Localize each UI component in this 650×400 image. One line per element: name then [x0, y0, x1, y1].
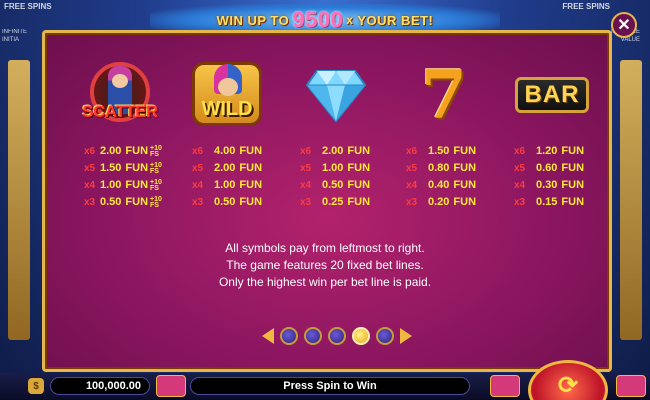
- rules-line: Only the highest win per bet line is pai…: [218, 275, 432, 289]
- paytable-row: x5 2.00 FUN: [192, 162, 263, 174]
- next-page-arrow-icon[interactable]: [400, 328, 412, 344]
- bet-settings-button[interactable]: [156, 375, 186, 397]
- diamond-symbol: [296, 60, 376, 130]
- paytable-row: x5 1.50 FUN +10 FS: [84, 161, 162, 175]
- wild-symbol: WILD: [188, 60, 268, 130]
- page-dot-1[interactable]: [280, 327, 298, 345]
- paytable-row: x4 1.00 FUN +10 FS: [84, 178, 162, 192]
- banner-suffix: YOUR BET!: [357, 12, 434, 28]
- paytable-scatter: x6 2.00 FUN +10 FS x5 1.50 FUN +10 FS x4 1.0…: [84, 143, 162, 211]
- paytable-row: x3 0.15 FUN: [514, 196, 585, 208]
- status-message: Press Spin to Win: [190, 377, 470, 395]
- bar-label: BAR: [515, 77, 589, 113]
- rules-text: All symbols pay from leftmost to right. …: [160, 240, 490, 291]
- coin-icon: $: [28, 378, 44, 394]
- diamond-icon: [305, 70, 367, 123]
- paytable-seven: x6 1.50 FUN x5 0.80 FUN x4 0.40 FUN x3 0.20 FUN: [406, 143, 476, 211]
- balance-display: 100,000.00: [50, 377, 150, 395]
- bg-reel-left: [8, 60, 30, 340]
- paytable-row: x4 0.30 FUN: [514, 179, 585, 191]
- scatter-symbol: SCATTER: [80, 60, 160, 130]
- banner-prefix: WIN UP TO: [216, 12, 290, 28]
- refresh-icon: ⟳: [557, 372, 579, 399]
- rules-line: The game features 20 fixed bet lines.: [226, 258, 424, 272]
- menu-button[interactable]: [616, 375, 646, 397]
- paytable-row: x3 0.50 FUN +10 FS: [84, 195, 162, 209]
- paytable-row: x3 0.20 FUN: [406, 196, 477, 208]
- paytable-row: x6 4.00 FUN: [192, 145, 263, 157]
- page-dot-3[interactable]: [328, 327, 346, 345]
- paytable-row: x3 0.50 FUN: [192, 196, 263, 208]
- paytable-row: x5 0.60 FUN: [514, 162, 585, 174]
- seven-label: 7: [421, 56, 467, 134]
- page-dot-4-active[interactable]: [352, 327, 370, 345]
- prev-page-arrow-icon[interactable]: [262, 328, 274, 344]
- paytable-row: x5 0.80 FUN: [406, 162, 477, 174]
- paytable-row: x6 1.50 FUN: [406, 145, 477, 157]
- bg-free-spins-right: FREE SPINS: [562, 2, 610, 11]
- bg-reel-right: [620, 60, 642, 340]
- close-button[interactable]: ✕: [611, 12, 637, 38]
- page-navigation: [262, 324, 412, 348]
- rules-line: All symbols pay from leftmost to right.: [225, 241, 425, 255]
- paytable-diamond: x6 2.00 FUN x5 1.00 FUN x4 0.50 FUN x3 0.25 FUN: [300, 143, 370, 211]
- paytable-bar: x6 1.20 FUN x5 0.60 FUN x4 0.30 FUN x3 0.15 FUN: [514, 143, 584, 211]
- paytable-row: x4 0.40 FUN: [406, 179, 477, 191]
- bar-symbol: BAR: [512, 60, 592, 130]
- paytable-row: x6 1.20 FUN: [514, 145, 585, 157]
- page-dot-5[interactable]: [376, 327, 394, 345]
- paytable-row: x6 2.00 FUN +10 FS: [84, 144, 162, 158]
- banner-x: x: [346, 13, 354, 27]
- bg-sub-left: INFINITE INITIA: [2, 29, 27, 43]
- paytable-row: x3 0.25 FUN: [300, 196, 371, 208]
- paytable-row: x4 1.00 FUN: [192, 179, 263, 191]
- page-dot-2[interactable]: [304, 327, 322, 345]
- paytable-row: x5 1.00 FUN: [300, 162, 371, 174]
- wild-label: WILD: [201, 98, 253, 120]
- scatter-label: SCATTER: [82, 102, 158, 121]
- symbol-row: SCATTER WILD 7 BAR: [80, 60, 600, 130]
- autoplay-button[interactable]: [490, 375, 520, 397]
- paytable-row: x6 2.00 FUN: [300, 145, 371, 157]
- bg-free-spins-left: FREE SPINS: [4, 2, 52, 11]
- seven-symbol: 7: [404, 60, 484, 130]
- paytable-row: x4 0.50 FUN: [300, 179, 371, 191]
- paytable-wild: x6 4.00 FUN x5 2.00 FUN x4 1.00 FUN x3 0.50 FUN: [192, 143, 262, 211]
- close-icon: ✕: [617, 17, 631, 34]
